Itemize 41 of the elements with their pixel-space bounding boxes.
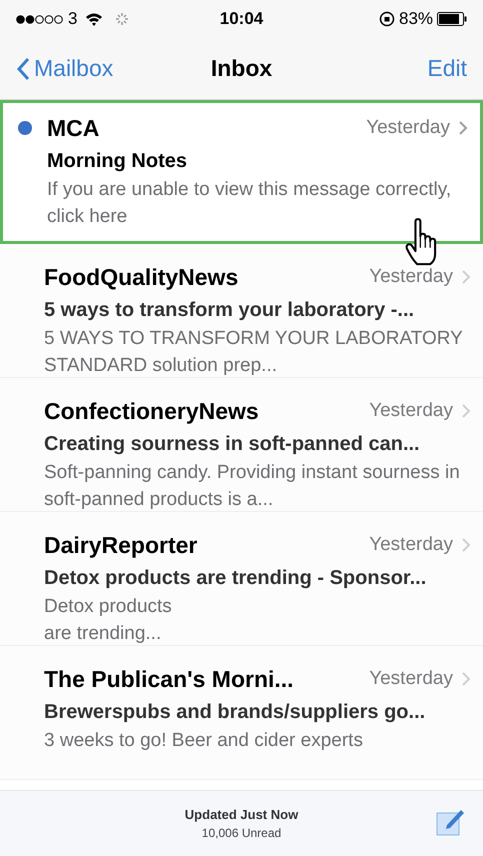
sender-name: FoodQualityNews xyxy=(44,263,240,292)
back-button[interactable]: Mailbox xyxy=(16,51,114,86)
message-preview: Detox products are trending... xyxy=(44,594,173,646)
sender-name: DairyReporter xyxy=(44,531,198,560)
message-subject: Morning Notes xyxy=(47,148,188,174)
back-chevron-icon xyxy=(16,56,30,80)
message-preview: 3 weeks to go! Beer and cider experts xyxy=(44,728,364,752)
message-subject: 5 ways to transform your laboratory -... xyxy=(44,298,416,322)
chevron-icon xyxy=(461,671,471,688)
message-preview: If you are unable to view this message correctly, click here xyxy=(47,178,452,228)
signal-icon xyxy=(16,14,64,24)
wifi-icon xyxy=(85,12,104,26)
message-subject: Creating sourness in soft-panned can... xyxy=(44,432,421,456)
message-preview: Soft-panning candy. Providing instant sourness in soft-panned products is a... xyxy=(44,460,461,512)
sender-name: The Publican's Morni... xyxy=(44,665,295,694)
battery-icon xyxy=(437,12,468,26)
clock-time: 10:04 xyxy=(220,8,264,30)
chevron-icon xyxy=(458,120,468,136)
message-subject: Brewerspubs and brands/suppliers go... xyxy=(44,700,426,724)
message-subject: Detox products are trending - Sponsor... xyxy=(44,566,428,590)
message-date: Yesterday xyxy=(369,533,453,557)
sender-name: ConfectioneryNews xyxy=(44,397,260,426)
screen-title: Inbox xyxy=(210,54,272,84)
battery-percent: 83% xyxy=(398,8,434,30)
chevron-icon xyxy=(461,537,471,554)
message-preview: 5 WAYS TO TRANSFORM YOUR LABORATORY STANDARD solution prep... xyxy=(44,326,464,378)
compose-icon xyxy=(435,807,465,837)
edit-button[interactable]: Edit xyxy=(427,51,467,86)
message-row[interactable]: MCA Yesterday Morning Notes If you are unable to view this message correctly, click here xyxy=(0,100,483,244)
chevron-icon xyxy=(461,269,471,286)
chevron-icon xyxy=(461,403,471,420)
unread-count: 10,006 Unread xyxy=(202,825,282,842)
sender-name: MCA xyxy=(47,114,100,143)
spinner-icon xyxy=(115,12,130,26)
message-date: Yesterday xyxy=(369,667,453,691)
carrier-label: 3 xyxy=(68,8,78,30)
rotation-lock-icon xyxy=(378,11,395,27)
message-date: Yesterday xyxy=(366,116,450,140)
update-status: Updated Just Now xyxy=(184,806,298,824)
message-date: Yesterday xyxy=(369,399,453,423)
message-date: Yesterday xyxy=(369,265,453,289)
